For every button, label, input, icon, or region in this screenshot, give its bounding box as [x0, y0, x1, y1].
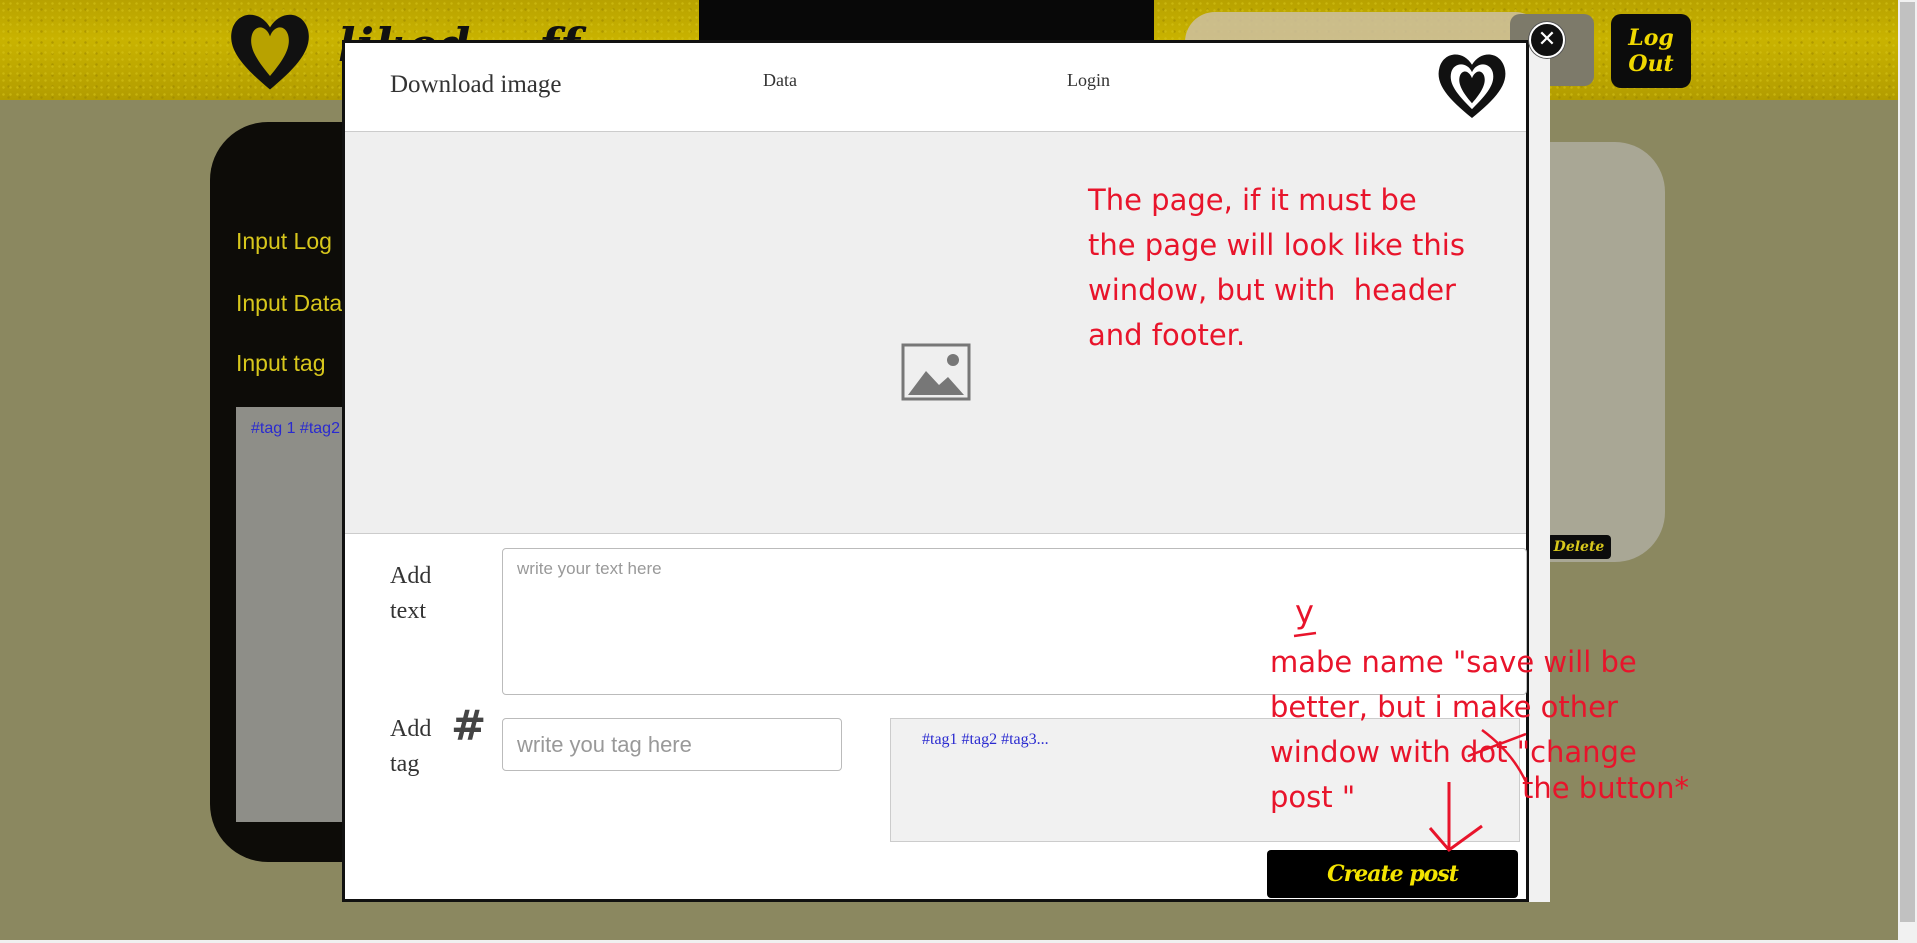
heart-logo-icon — [1438, 54, 1506, 119]
download-image-link[interactable]: Download image — [390, 71, 561, 99]
input-data-label: Input Data — [236, 290, 343, 316]
nav-data-link[interactable]: Data — [763, 70, 797, 91]
background-nav — [699, 0, 1154, 44]
background-right-panel — [1530, 142, 1665, 562]
modal-header: Download image Data Login — [345, 43, 1526, 132]
nav-login-link[interactable]: Login — [1067, 70, 1110, 91]
logout-button[interactable]: Log Out — [1611, 14, 1691, 88]
heart-logo-icon — [231, 14, 309, 90]
annotation-y: y — [1295, 593, 1314, 631]
input-login-label: Input Log — [236, 228, 332, 254]
page-scrollbar-thumb[interactable] — [1900, 2, 1915, 922]
hash-icon: # — [451, 701, 487, 750]
image-placeholder-icon — [901, 343, 971, 401]
annotation-button-tail: the button* — [1522, 771, 1689, 805]
tag-input[interactable] — [502, 718, 842, 771]
create-post-button[interactable]: Create post — [1267, 850, 1518, 898]
close-icon[interactable]: ✕ — [1529, 22, 1565, 58]
tags-preview-text: #tag1 #tag2 #tag3... — [922, 731, 1049, 748]
delete-button[interactable]: Delete — [1547, 535, 1611, 559]
add-tag-label: Add tag — [390, 716, 432, 777]
background-tags-text: #tag 1 #tag2 — [251, 420, 340, 437]
page-scrollbar[interactable] — [1898, 0, 1917, 943]
input-tag-label: Input tag — [236, 350, 326, 376]
add-text-label: Add text — [390, 563, 432, 624]
annotation-page-note: The page, if it must be the page will lo… — [1088, 183, 1465, 352]
